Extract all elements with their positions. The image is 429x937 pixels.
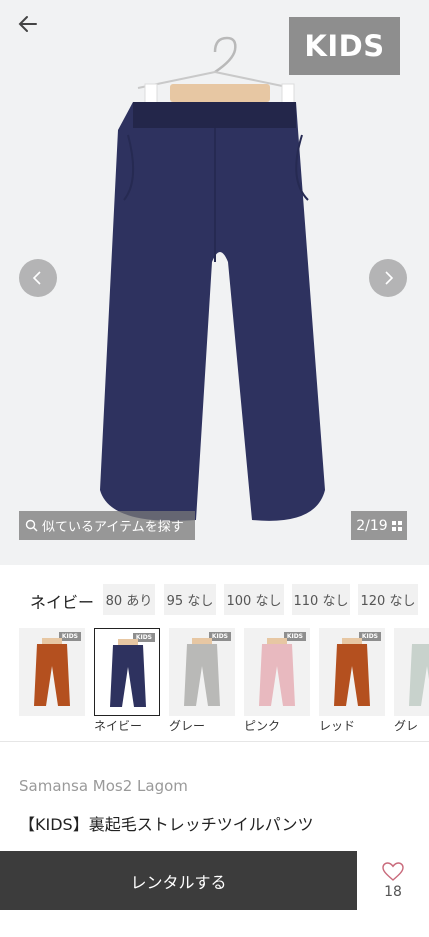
color-swatch[interactable]: KIDS xyxy=(19,628,85,717)
swatch-image: KIDS xyxy=(169,628,235,716)
swatch-image: KIDS xyxy=(94,628,160,716)
swatch-label: グレ xyxy=(394,719,419,733)
color-swatch[interactable]: KIDS グレー xyxy=(169,628,235,733)
size-selector: ネイビー 80 あり 95 なし 100 なし 110 なし 120 なし xyxy=(0,584,429,616)
pants-thumbnail xyxy=(409,644,429,706)
search-icon xyxy=(25,519,38,532)
divider xyxy=(0,741,429,742)
chevron-left-icon xyxy=(32,271,41,285)
find-similar-button[interactable]: 似ているアイテムを探す xyxy=(19,511,195,540)
selected-color-name: ネイビー xyxy=(30,593,95,612)
color-swatch-list: KIDS KIDS ネイビー KIDS グレー KIDS ピンク KIDS レッ… xyxy=(0,628,429,733)
image-counter[interactable]: 2/19 xyxy=(351,511,407,540)
pants-thumbnail xyxy=(34,638,70,706)
size-option[interactable]: 95 なし xyxy=(164,584,216,615)
pants-thumbnail xyxy=(334,638,370,706)
rent-button[interactable]: レンタルする xyxy=(0,851,357,910)
product-image xyxy=(100,36,325,521)
find-similar-label: 似ているアイテムを探す xyxy=(42,520,184,535)
swatch-label: ネイビー xyxy=(94,719,143,733)
swatch-image: KIDS xyxy=(319,628,385,716)
back-arrow-icon[interactable] xyxy=(14,10,42,38)
swatch-label: ピンク xyxy=(244,719,281,733)
color-swatch-selected[interactable]: KIDS ネイビー xyxy=(94,628,160,733)
size-option[interactable]: 110 なし xyxy=(292,584,350,615)
swatch-image xyxy=(394,628,429,716)
grid-icon xyxy=(391,520,402,531)
size-option[interactable]: 100 なし xyxy=(224,584,284,615)
color-swatch[interactable]: KIDS ピンク xyxy=(244,628,310,733)
chevron-right-icon xyxy=(385,271,394,285)
swatch-label: レッド xyxy=(319,719,356,733)
color-swatch[interactable]: グレ xyxy=(394,628,429,733)
brand-name[interactable]: Samansa Mos2 Lagom xyxy=(19,777,188,795)
previous-image-button[interactable] xyxy=(19,259,57,297)
size-option[interactable]: 80 あり xyxy=(103,584,155,615)
kids-badge: KIDS xyxy=(289,17,400,75)
size-option[interactable]: 120 なし xyxy=(358,584,418,615)
swatch-image: KIDS xyxy=(244,628,310,716)
pants-thumbnail xyxy=(110,639,146,707)
favorite-button[interactable]: 18 xyxy=(357,851,429,910)
next-image-button[interactable] xyxy=(369,259,407,297)
swatch-image: KIDS xyxy=(19,628,85,716)
product-title: 【KIDS】裏起毛ストレッチツイルパンツ xyxy=(19,815,314,834)
color-swatch[interactable]: KIDS レッド xyxy=(319,628,385,733)
pants-thumbnail xyxy=(259,638,295,706)
favorite-count: 18 xyxy=(384,883,402,900)
product-image-area: KIDS 似ているアイテムを探す 2/19 xyxy=(0,0,429,565)
image-counter-label: 2/19 xyxy=(356,517,388,534)
bottom-bar xyxy=(0,910,429,937)
pants-thumbnail xyxy=(184,638,220,706)
swatch-label: グレー xyxy=(169,719,206,733)
heart-icon xyxy=(382,861,404,881)
